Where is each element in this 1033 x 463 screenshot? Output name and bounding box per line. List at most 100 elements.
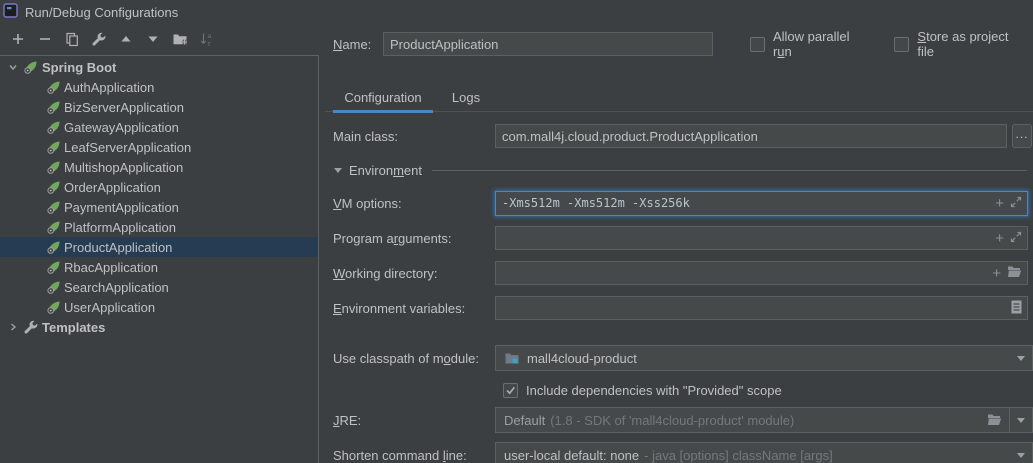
copy-button[interactable] <box>58 30 85 52</box>
combo-dropdown-arrow[interactable] <box>1010 346 1032 370</box>
store-as-project-file-option[interactable]: Store as project file <box>894 29 1027 59</box>
name-label: Name: <box>333 37 383 52</box>
tree-node-platform-application[interactable]: PlatformApplication <box>0 217 318 237</box>
copy-icon <box>64 31 80 50</box>
spring-boot-icon <box>46 259 62 275</box>
combo-dropdown-arrow[interactable] <box>1010 408 1032 432</box>
edit-button[interactable] <box>85 30 112 52</box>
minus-icon <box>37 31 53 50</box>
tree-node-product-application-selected[interactable]: ProductApplication <box>0 237 318 257</box>
tree-node-multishop-application[interactable]: MultishopApplication <box>0 157 318 177</box>
tab-logs[interactable]: Logs <box>443 84 489 111</box>
include-provided-option[interactable]: Include dependencies with "Provided" sco… <box>503 380 782 400</box>
include-provided-checkbox[interactable] <box>503 383 518 398</box>
section-divider <box>432 170 1027 171</box>
shorten-command-line-combobox[interactable]: user-local default: none - java [options… <box>495 442 1033 463</box>
tree-node-label: OrderApplication <box>64 180 161 195</box>
sort-az-icon: az <box>199 31 215 50</box>
spring-boot-icon <box>46 119 62 135</box>
add-option-icon[interactable]: + <box>995 231 1004 246</box>
tree-node-leafserver-application[interactable]: LeafServerApplication <box>0 137 318 157</box>
expand-field-icon[interactable] <box>1010 196 1022 211</box>
environment-variables-label: Environment variables: <box>333 301 495 316</box>
dialog-title: Run/Debug Configurations <box>25 5 178 20</box>
spring-boot-icon <box>46 79 62 95</box>
add-option-icon[interactable]: + <box>992 266 1001 281</box>
expand-field-icon[interactable] <box>1010 231 1022 246</box>
tree-node-order-application[interactable]: OrderApplication <box>0 177 318 197</box>
environment-section-header[interactable]: Environment <box>333 160 1027 180</box>
spring-boot-icon <box>46 99 62 115</box>
arrow-up-icon <box>119 32 133 49</box>
dialog-icon <box>3 3 18 21</box>
configurations-tree: Spring Boot AuthApplication BizServerApp… <box>0 55 319 463</box>
spring-boot-icon <box>23 59 39 75</box>
chevron-down-icon[interactable] <box>6 60 20 74</box>
vm-options-field[interactable]: -Xms512m -Xms512m -Xss256k + <box>495 191 1028 216</box>
add-option-icon[interactable]: + <box>995 196 1004 211</box>
browse-folder-icon[interactable] <box>1007 265 1022 281</box>
run-debug-configurations-dialog: Run/Debug Configurations az Spring Boot … <box>0 0 1033 463</box>
tree-toolbar: az <box>0 27 318 54</box>
plus-icon <box>10 31 26 50</box>
spring-boot-icon <box>46 199 62 215</box>
store-as-project-file-label: Store as project file <box>917 29 1027 59</box>
move-down-button[interactable] <box>139 30 166 52</box>
tree-node-templates[interactable]: Templates <box>0 317 318 337</box>
tree-node-spring-boot[interactable]: Spring Boot <box>0 57 318 77</box>
environment-header-label: Environment <box>349 163 422 178</box>
tree-node-label: Templates <box>42 320 105 335</box>
svg-text:z: z <box>207 41 210 48</box>
sort-alphabetically-button[interactable]: az <box>193 30 220 52</box>
tree-node-label: PaymentApplication <box>64 200 179 215</box>
classpath-module-label: Use classpath of module: <box>333 351 495 366</box>
add-button[interactable] <box>4 30 31 52</box>
config-tabs: Configuration Logs <box>325 84 1033 112</box>
program-arguments-field[interactable]: + <box>495 226 1028 250</box>
tree-node-label: ProductApplication <box>64 240 172 255</box>
main-class-browse-button[interactable]: ... <box>1012 124 1032 148</box>
tree-node-label: AuthApplication <box>64 80 154 95</box>
wrench-icon <box>91 31 107 50</box>
spring-boot-icon <box>46 299 62 315</box>
tab-configuration[interactable]: Configuration <box>333 84 433 111</box>
collapse-triangle-icon[interactable] <box>333 163 343 178</box>
browse-jre-folder-icon[interactable] <box>987 413 1002 429</box>
store-as-project-file-checkbox[interactable] <box>894 37 909 52</box>
spring-boot-icon <box>46 279 62 295</box>
include-provided-label: Include dependencies with "Provided" sco… <box>526 383 782 398</box>
tree-node-bizserver-application[interactable]: BizServerApplication <box>0 97 318 117</box>
allow-parallel-run-checkbox[interactable] <box>750 37 765 52</box>
tree-node-search-application[interactable]: SearchApplication <box>0 277 318 297</box>
remove-button[interactable] <box>31 30 58 52</box>
folder-plus-icon <box>172 31 188 50</box>
tree-node-label: GatewayApplication <box>64 120 179 135</box>
tree-node-label: Spring Boot <box>42 60 116 75</box>
tree-node-user-application[interactable]: UserApplication <box>0 297 318 317</box>
environment-variables-field[interactable] <box>495 296 1028 320</box>
jre-combobox[interactable]: Default (1.8 - SDK of 'mall4cloud-produc… <box>495 407 1033 433</box>
tree-node-rbac-application[interactable]: RbacApplication <box>0 257 318 277</box>
tree-node-label: RbacApplication <box>64 260 158 275</box>
tree-node-auth-application[interactable]: AuthApplication <box>0 77 318 97</box>
move-up-button[interactable] <box>112 30 139 52</box>
new-folder-button[interactable] <box>166 30 193 52</box>
classpath-module-combobox[interactable]: mall4cloud-product <box>495 345 1033 371</box>
combo-dropdown-arrow[interactable] <box>1010 443 1032 463</box>
tree-node-label: LeafServerApplication <box>64 140 191 155</box>
svg-text:a: a <box>207 33 211 40</box>
tree-node-payment-application[interactable]: PaymentApplication <box>0 197 318 217</box>
templates-wrench-icon <box>23 319 39 335</box>
spring-boot-icon <box>46 179 62 195</box>
main-class-label: Main class: <box>333 129 495 144</box>
main-class-field[interactable]: com.mall4j.cloud.product.ProductApplicat… <box>495 124 1007 148</box>
allow-parallel-run-option[interactable]: Allow parallel run <box>750 29 870 59</box>
chevron-right-icon[interactable] <box>6 320 20 334</box>
module-icon <box>504 350 520 366</box>
spring-boot-icon <box>46 219 62 235</box>
tree-node-gateway-application[interactable]: GatewayApplication <box>0 117 318 137</box>
working-directory-field[interactable]: + <box>495 261 1028 285</box>
name-input[interactable] <box>383 32 713 56</box>
browse-variables-icon[interactable] <box>1011 300 1022 317</box>
tree-node-label: BizServerApplication <box>64 100 184 115</box>
